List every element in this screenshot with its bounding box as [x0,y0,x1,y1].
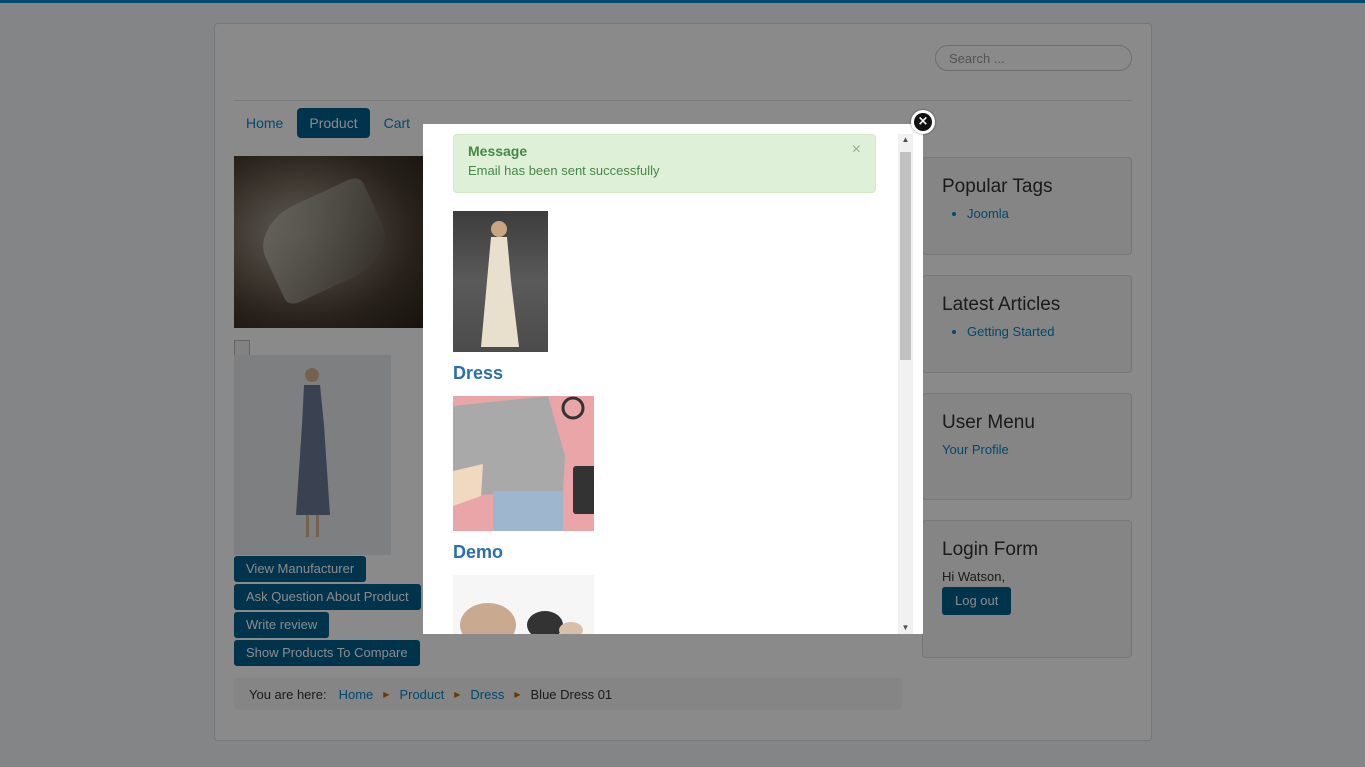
close-icon: × [914,113,932,131]
alert-heading: Message [468,143,528,159]
demo-flatlay [453,396,594,531]
category-image-dress[interactable] [453,211,548,352]
modal-content: Message Email has been sent successfully… [433,134,913,634]
scroll-down-icon[interactable]: ▼ [898,622,913,634]
modal-close-button[interactable]: × [911,110,935,134]
success-alert: Message Email has been sent successfully… [453,134,876,193]
scroll-up-icon[interactable]: ▲ [898,134,913,146]
shoes-photo [460,603,583,634]
category-image-demo[interactable] [453,396,594,531]
modal-scrollbar[interactable]: ▲ ▼ [898,134,913,634]
dress-figure [481,221,519,347]
category-title-demo[interactable]: Demo [453,542,503,563]
modal-dialog: Message Email has been sent successfully… [423,124,923,634]
category-image-third[interactable] [453,575,594,634]
alert-close-icon[interactable]: × [852,141,861,159]
scroll-thumb[interactable] [900,152,911,360]
alert-message: Email has been sent successfully [468,163,660,178]
category-title-dress[interactable]: Dress [453,363,503,384]
